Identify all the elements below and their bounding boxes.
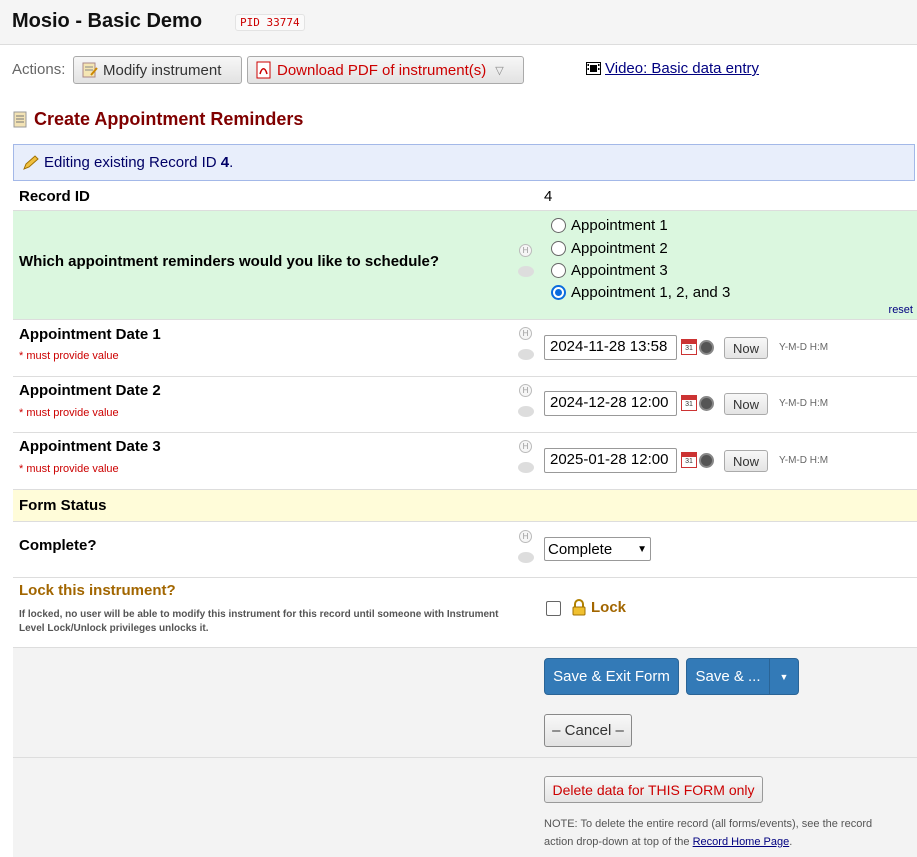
clock-icon[interactable] — [699, 340, 714, 355]
editing-suffix: . — [229, 154, 234, 171]
form-icon — [13, 111, 27, 128]
delete-row: Delete data for THIS FORM only NOTE: To … — [13, 758, 917, 857]
comment-icon[interactable] — [518, 552, 534, 563]
comment-icon[interactable] — [518, 349, 534, 360]
caret-down-icon: ▼ — [779, 671, 789, 682]
lock-label: Lock this instrument? — [19, 582, 176, 599]
editing-text: Editing existing Record ID — [44, 154, 221, 171]
lock-row: Lock this instrument? If locked, no user… — [13, 578, 917, 648]
radio-label: Appointment 1 — [571, 217, 668, 234]
form-title: Create Appointment Reminders — [12, 109, 303, 130]
radio-button[interactable] — [551, 218, 566, 233]
date-label: Appointment Date 2 — [19, 382, 161, 399]
radio-appointment-all[interactable]: Appointment 1, 2, and 3 — [551, 284, 730, 301]
lock-checkbox-label: Lock — [571, 599, 626, 616]
calendar-icon[interactable]: 31 — [681, 395, 697, 411]
radio-appointment-2[interactable]: Appointment 2 — [551, 240, 668, 257]
appointment-date-3-input[interactable]: 2025-01-28 12:00 — [544, 448, 677, 473]
now-button[interactable]: Now — [724, 450, 768, 472]
history-icon[interactable]: H — [519, 530, 532, 543]
film-icon — [586, 62, 601, 75]
reset-link[interactable]: reset — [889, 304, 913, 316]
clock-icon[interactable] — [699, 453, 714, 468]
pdf-icon — [256, 61, 271, 79]
lock-description: If locked, no user will be able to modif… — [19, 609, 499, 634]
radio-label: Appointment 1, 2, and 3 — [571, 284, 731, 301]
radio-button[interactable] — [551, 241, 566, 256]
comment-icon[interactable] — [518, 406, 534, 417]
record-id-row: Record ID 4 — [13, 182, 917, 211]
calendar-icon[interactable]: 31 — [681, 452, 697, 468]
save-buttons-row: Save & Exit Form Save & ... ▼ – Cancel – — [13, 648, 917, 758]
delete-note: NOTE: To delete the entire record (all f… — [544, 815, 904, 851]
history-icon[interactable]: H — [519, 327, 532, 340]
record-id-value: 4 — [544, 188, 553, 205]
chevron-down-icon: ▽ — [495, 64, 504, 77]
record-home-page-link[interactable]: Record Home Page — [693, 836, 790, 848]
record-id-label: Record ID — [19, 188, 90, 205]
video-link[interactable]: Video: Basic data entry — [586, 60, 759, 77]
history-icon[interactable]: H — [519, 440, 532, 453]
date-label: Appointment Date 1 — [19, 326, 161, 343]
complete-select-value: Complete — [548, 540, 613, 558]
radio-appointment-1[interactable]: Appointment 1 — [551, 217, 668, 234]
radio-label: Appointment 3 — [571, 262, 668, 279]
modify-instrument-button[interactable]: Modify instrument — [73, 56, 242, 84]
comment-icon[interactable] — [518, 266, 534, 277]
reminders-label: Which appointment reminders would you li… — [19, 253, 440, 270]
save-and-button[interactable]: Save & ... — [686, 658, 770, 695]
chevron-down-icon: ▼ — [637, 543, 647, 555]
titlebar: Mosio - Basic Demo PID 33774 — [0, 0, 917, 45]
download-pdf-label: Download PDF of instrument(s) — [277, 61, 487, 79]
complete-row: Complete? H Complete ▼ — [13, 522, 917, 578]
required-note: * must provide value — [19, 350, 119, 362]
cancel-button[interactable]: – Cancel – — [544, 714, 632, 747]
editing-record-id: 4 — [220, 154, 230, 171]
delete-form-data-button[interactable]: Delete data for THIS FORM only — [544, 776, 763, 803]
radio-button[interactable] — [551, 263, 566, 278]
comment-icon[interactable] — [518, 462, 534, 473]
date-format-hint: Y-M-D H:M — [779, 398, 829, 409]
actions-label: Actions: — [12, 61, 66, 78]
save-exit-button[interactable]: Save & Exit Form — [544, 658, 679, 695]
download-pdf-button[interactable]: Download PDF of instrument(s) ▽ — [247, 56, 524, 84]
lock-icon — [572, 599, 586, 616]
clock-icon[interactable] — [699, 396, 714, 411]
form-status-label: Form Status — [19, 497, 107, 514]
lock-text: Lock — [591, 599, 627, 616]
app-title: Mosio - Basic Demo — [12, 10, 203, 32]
complete-select[interactable]: Complete ▼ — [544, 537, 651, 561]
lock-checkbox[interactable] — [546, 601, 561, 616]
date-format-hint: Y-M-D H:M — [779, 455, 829, 466]
form-status-header: Form Status — [13, 490, 917, 522]
calendar-icon[interactable]: 31 — [681, 339, 697, 355]
appointment-date-1-input[interactable]: 2024-11-28 13:58 — [544, 335, 677, 360]
editing-banner: Editing existing Record ID 4. — [13, 144, 915, 181]
now-button[interactable]: Now — [724, 337, 768, 359]
edit-form-icon — [82, 62, 98, 78]
now-button[interactable]: Now — [724, 393, 768, 415]
appointment-date-3-row: Appointment Date 3 * must provide value … — [13, 433, 917, 490]
history-icon[interactable]: H — [519, 244, 532, 257]
save-options-dropdown[interactable]: ▼ — [769, 658, 799, 695]
radio-appointment-3[interactable]: Appointment 3 — [551, 262, 668, 279]
appointment-date-2-row: Appointment Date 2 * must provide value … — [13, 377, 917, 433]
delete-note-end: . — [789, 836, 793, 848]
date-format-hint: Y-M-D H:M — [779, 342, 829, 353]
radio-button-selected[interactable] — [551, 285, 566, 300]
history-icon[interactable]: H — [519, 384, 532, 397]
complete-label: Complete? — [19, 537, 97, 554]
modify-instrument-label: Modify instrument — [103, 61, 222, 79]
pencil-icon — [23, 154, 39, 170]
video-link-label: Video: Basic data entry — [605, 60, 759, 77]
date-label: Appointment Date 3 — [19, 438, 161, 455]
required-note: * must provide value — [19, 463, 119, 475]
radio-label: Appointment 2 — [571, 240, 668, 257]
reminders-row: Which appointment reminders would you li… — [13, 211, 917, 320]
required-note: * must provide value — [19, 407, 119, 419]
form-title-text: Create Appointment Reminders — [34, 109, 304, 129]
appointment-date-1-row: Appointment Date 1 * must provide value … — [13, 320, 917, 377]
pid-badge: PID 33774 — [235, 14, 305, 31]
appointment-date-2-input[interactable]: 2024-12-28 12:00 — [544, 391, 677, 416]
